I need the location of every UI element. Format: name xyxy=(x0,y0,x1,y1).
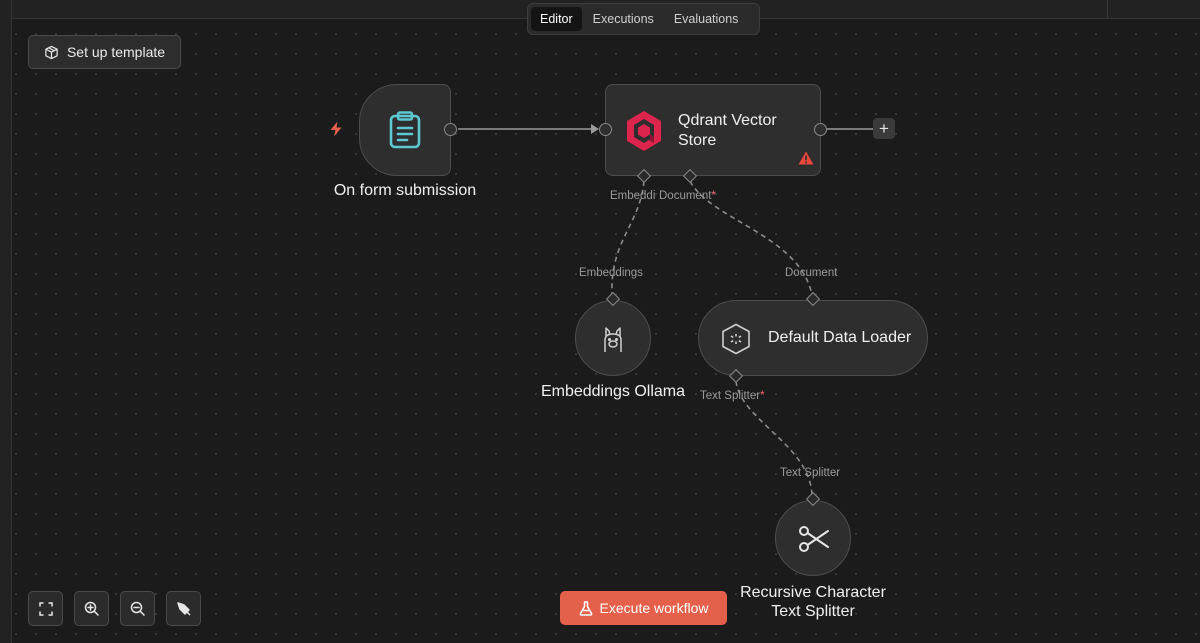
node-recursive-character-text-splitter[interactable] xyxy=(775,500,851,576)
on-form-submission-label: On form submission xyxy=(333,182,477,199)
node-on-form-submission[interactable] xyxy=(359,84,451,176)
execute-workflow-button[interactable]: Execute workflow xyxy=(560,591,727,625)
tidy-up-icon xyxy=(176,601,191,616)
data-loader-icon xyxy=(721,323,751,355)
zoom-in-button[interactable] xyxy=(74,591,109,626)
node-qdrant-vector-store[interactable]: Qdrant Vector Store xyxy=(605,84,821,176)
qdrant-logo-icon xyxy=(625,110,663,152)
qdrant-output-handle[interactable] xyxy=(814,123,827,136)
qdrant-embedding-port-label: Embeddi xyxy=(610,190,656,202)
node-embeddings-ollama[interactable] xyxy=(575,300,651,376)
add-node-button[interactable]: + xyxy=(873,118,895,139)
default-data-loader-label: Default Data Loader xyxy=(768,329,912,346)
bolt-icon xyxy=(329,121,343,137)
execute-workflow-label: Execute workflow xyxy=(599,600,709,616)
qdrant-label: Qdrant Vector Store xyxy=(678,112,777,149)
tidy-up-button[interactable] xyxy=(166,591,201,626)
qdrant-input-handle[interactable] xyxy=(599,123,612,136)
embeddings-input-label: Embeddings xyxy=(579,267,643,279)
ollama-llama-icon xyxy=(601,325,625,353)
loader-text-splitter-label: Text Splitter* xyxy=(700,390,765,402)
main-connection-arrow xyxy=(591,124,599,134)
node-default-data-loader[interactable]: Default Data Loader xyxy=(698,300,928,376)
qdrant-document-port-label: Document* xyxy=(659,190,716,202)
scissors-icon xyxy=(798,525,830,553)
fit-view-button[interactable] xyxy=(28,591,63,626)
zoom-out-icon xyxy=(130,601,145,616)
embeddings-ollama-label: Embeddings Ollama xyxy=(540,383,686,400)
fit-view-icon xyxy=(38,601,53,616)
zoom-out-button[interactable] xyxy=(120,591,155,626)
form-output-handle[interactable] xyxy=(444,123,457,136)
loader-document-input-label: Document xyxy=(785,267,838,279)
warning-icon xyxy=(798,151,814,165)
flask-icon xyxy=(579,600,593,616)
splitter-input-label: Text Splitter xyxy=(780,467,841,479)
clipboard-icon xyxy=(388,111,422,149)
recursive-character-text-splitter-label: Recursive Character Text Splitter xyxy=(740,584,886,620)
zoom-in-icon xyxy=(84,601,99,616)
